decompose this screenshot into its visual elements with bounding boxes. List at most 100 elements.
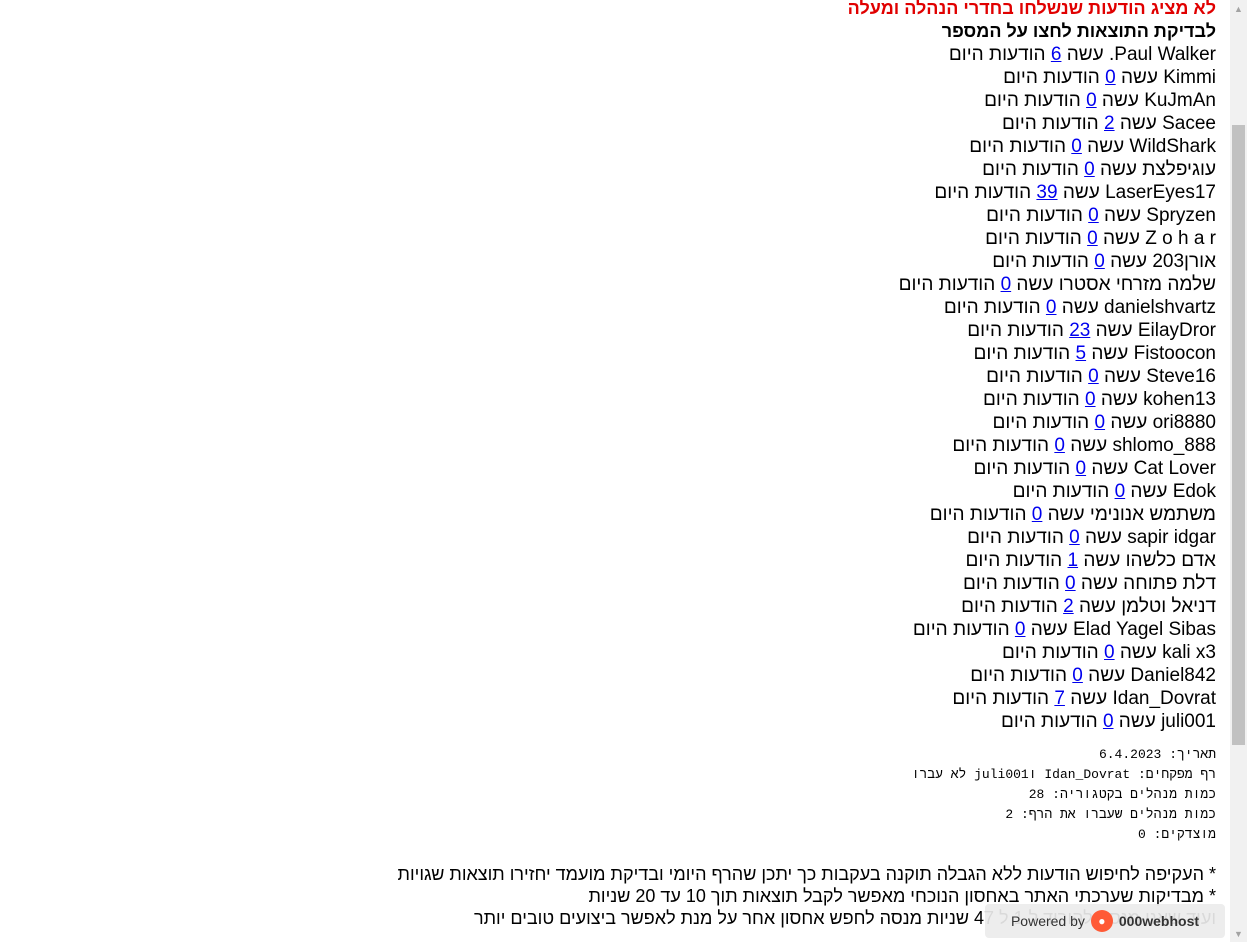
user-row: דניאל וטלמן עשה 2 הודעות היום	[16, 595, 1216, 618]
message-count-link[interactable]: 0	[1065, 573, 1076, 594]
message-count-link[interactable]: 0	[1105, 67, 1116, 88]
user-name: אורן203	[1152, 251, 1216, 272]
message-count-link[interactable]: 0	[1088, 366, 1099, 387]
user-row: עוגיפלצת עשה 0 הודעות היום	[16, 158, 1216, 181]
report-content: לא מציג הודעות שנשלחו בחדרי הנהלה ומעלה …	[16, 0, 1216, 929]
message-count-link[interactable]: 0	[1046, 297, 1057, 318]
user-name: דלת פתוחה	[1123, 573, 1216, 594]
row-suffix: הודעות היום	[965, 550, 1063, 571]
row-suffix: הודעות היום	[982, 159, 1079, 180]
user-name: Daniel842	[1130, 665, 1216, 686]
message-count-link[interactable]: 7	[1054, 688, 1065, 709]
fire-logo-icon: ●	[1090, 910, 1113, 932]
row-suffix: הודעות היום	[986, 366, 1083, 387]
message-count-link[interactable]: 0	[1032, 504, 1043, 525]
row-verb: עשה	[1091, 458, 1129, 479]
scroll-up-arrow-icon[interactable]: ▲	[1230, 0, 1247, 17]
user-name: Kimmi	[1163, 67, 1216, 88]
message-count-link[interactable]: 0	[1071, 136, 1082, 157]
note-item: * העקיפה לחיפוש הודעות ללא הגבלה תוקנה ב…	[397, 864, 1216, 884]
row-suffix: הודעות היום	[898, 274, 996, 295]
row-suffix: הודעות היום	[1003, 67, 1100, 88]
user-name: Paul Walker.	[1109, 44, 1216, 65]
message-count-link[interactable]: 0	[1094, 251, 1105, 272]
message-count-link[interactable]: 0	[1069, 527, 1080, 548]
row-verb: עשה	[1061, 297, 1099, 318]
message-count-link[interactable]: 2	[1104, 113, 1115, 134]
user-name: Z o h a r	[1145, 228, 1216, 249]
user-row: Spryzen עשה 0 הודעות היום	[16, 204, 1216, 227]
user-row: kali x3 עשה 0 הודעות היום	[16, 641, 1216, 664]
user-row: Paul Walker. עשה 6 הודעות היום	[16, 43, 1216, 66]
message-count-link[interactable]: 0	[1094, 412, 1105, 433]
powered-by-badge[interactable]: Powered by ● 000webhost	[985, 904, 1225, 938]
powered-by-text: Powered by	[1010, 913, 1085, 929]
message-count-link[interactable]: 0	[1087, 228, 1098, 249]
user-name: shlomo_888	[1112, 435, 1216, 456]
row-suffix: הודעות היום	[984, 90, 1081, 111]
stat-threshold: רף מפקחים: Idan_Dovrat וjuli001 לא עברו	[911, 767, 1216, 782]
message-count-link[interactable]: 2	[1063, 596, 1074, 617]
row-verb: עשה	[1119, 113, 1157, 134]
user-row: Steve16 עשה 0 הודעות היום	[16, 365, 1216, 388]
message-count-link[interactable]: 1	[1067, 550, 1078, 571]
message-count-link[interactable]: 0	[1115, 481, 1126, 502]
scroll-down-arrow-icon[interactable]: ▼	[1230, 925, 1247, 942]
message-count-link[interactable]: 0	[1076, 458, 1087, 479]
row-verb: עשה	[1101, 90, 1139, 111]
message-count-link[interactable]: 39	[1036, 182, 1057, 203]
row-suffix: הודעות היום	[992, 412, 1090, 433]
user-name: שלמה מזרחי אסטרו	[1058, 274, 1216, 295]
daily-stats: תאריך: 6.4.2023 רף מפקחים: Idan_Dovrat ו…	[16, 745, 1216, 845]
message-count-link[interactable]: 23	[1069, 320, 1090, 341]
row-verb: עשה	[1078, 596, 1116, 617]
user-row: juli001 עשה 0 הודעות היום	[16, 710, 1216, 733]
user-row: Sacee עשה 2 הודעות היום	[16, 112, 1216, 135]
user-name: Spryzen	[1146, 205, 1216, 226]
row-verb: עשה	[1100, 389, 1138, 410]
message-count-link[interactable]: 0	[1104, 642, 1115, 663]
row-suffix: הודעות היום	[985, 228, 1082, 249]
user-row: KuJmAn עשה 0 הודעות היום	[16, 89, 1216, 112]
message-count-link[interactable]: 0	[1086, 90, 1097, 111]
message-count-link[interactable]: 0	[1001, 274, 1012, 295]
user-name: kohen13	[1143, 389, 1216, 410]
user-row: Kimmi עשה 0 הודעות היום	[16, 66, 1216, 89]
vertical-scrollbar[interactable]: ▲ ▼	[1230, 0, 1247, 942]
row-verb: עשה	[1120, 67, 1158, 88]
row-suffix: הודעות היום	[961, 596, 1058, 617]
user-row: אדם כלשהו עשה 1 הודעות היום	[16, 549, 1216, 572]
row-suffix: הודעות היום	[912, 619, 1010, 640]
message-count-link[interactable]: 0	[1015, 619, 1026, 640]
message-count-link[interactable]: 0	[1054, 435, 1065, 456]
user-name: WildShark	[1129, 136, 1216, 157]
message-count-link[interactable]: 0	[1085, 389, 1096, 410]
message-count-link[interactable]: 6	[1051, 44, 1062, 65]
message-count-link[interactable]: 0	[1088, 205, 1099, 226]
row-verb: עשה	[1047, 504, 1085, 525]
host-brand-name: 000webhost	[1118, 913, 1200, 929]
user-name: Sacee	[1162, 113, 1216, 134]
message-count-link[interactable]: 0	[1084, 159, 1095, 180]
row-suffix: הודעות היום	[1002, 642, 1099, 663]
user-row: EilayDror עשה 23 הודעות היום	[16, 319, 1216, 342]
row-suffix: הודעות היום	[1000, 711, 1098, 732]
user-name: Idan_Dovrat	[1112, 688, 1216, 709]
stat-justified-count: מוצדקים: 0	[1137, 827, 1216, 842]
row-suffix: הודעות היום	[970, 665, 1068, 686]
row-verb: עשה	[1062, 182, 1100, 203]
row-verb: עשה	[1091, 343, 1129, 364]
message-count-link[interactable]: 0	[1103, 711, 1114, 732]
user-row: Cat Lover עשה 0 הודעות היום	[16, 457, 1217, 480]
scroll-thumb[interactable]	[1232, 125, 1245, 745]
row-verb: עשה	[1087, 136, 1125, 157]
message-count-link[interactable]: 5	[1076, 343, 1087, 364]
row-suffix: הודעות היום	[973, 343, 1071, 364]
row-suffix: הודעות היום	[934, 182, 1032, 203]
row-verb: עשה	[1102, 228, 1140, 249]
user-name: juli001	[1161, 711, 1216, 732]
user-row: משתמש אנונימי עשה 0 הודעות היום	[16, 503, 1216, 526]
user-name: EilayDror	[1137, 320, 1216, 341]
user-message-list: Paul Walker. עשה 6 הודעות היום Kimmi עשה …	[16, 43, 1216, 733]
message-count-link[interactable]: 0	[1072, 665, 1083, 686]
